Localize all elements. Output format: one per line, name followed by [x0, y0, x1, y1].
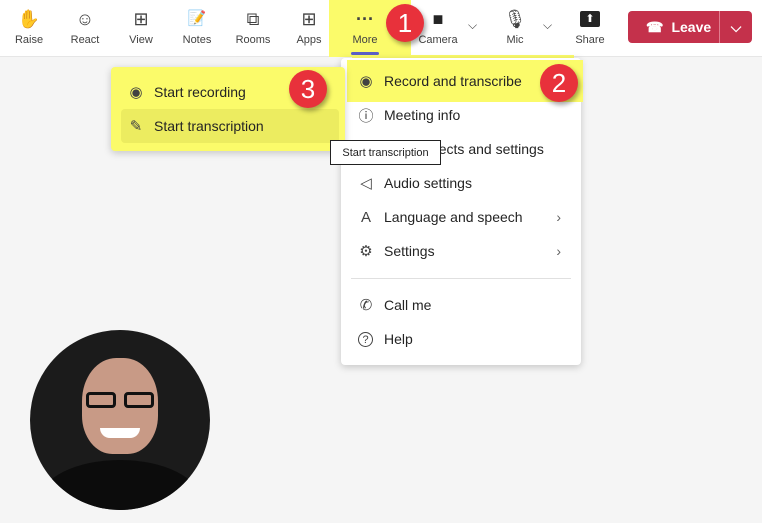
mic-options-chevron-icon[interactable]: ⌵ [543, 18, 552, 33]
step-badge-2: 2 [540, 64, 578, 102]
mic-label: Mic [506, 34, 524, 46]
menu-item-label: Start recording [154, 84, 246, 100]
phone-icon: ✆ [359, 297, 373, 314]
share-icon: ⬆ [580, 11, 600, 27]
grid-icon: ⊞ [133, 9, 149, 29]
menu-divider [351, 278, 571, 279]
menu-item-help[interactable]: ? Help [341, 322, 581, 356]
camera-options-chevron-icon[interactable]: ⌵ [468, 18, 477, 33]
help-icon: ? [358, 331, 373, 347]
menu-item-label: Meeting info [384, 107, 461, 123]
gear-icon: ⚙ [359, 243, 373, 260]
chevron-right-icon: › [556, 243, 561, 259]
menu-item-label: Language and speech [384, 209, 523, 225]
more-menu: ◉Record and transcribe ⓘMeeting info ▭Vi… [341, 58, 583, 365]
more-button[interactable]: ··· More [345, 0, 385, 56]
menu-item-label: Audio settings [384, 175, 472, 191]
view-button[interactable]: ⊞ View [122, 0, 160, 56]
hand-icon: ✋ [17, 9, 41, 29]
apps-button[interactable]: ⊞ Apps [291, 0, 327, 56]
menu-item-language-and-speech[interactable]: A Language and speech › [341, 200, 581, 234]
more-label: More [352, 34, 378, 46]
chevron-right-icon: › [556, 209, 561, 225]
camera-off-icon: ■ [432, 9, 444, 29]
notes-icon: 📝 [187, 10, 207, 27]
menu-item-meeting-info[interactable]: ⓘ Meeting info [341, 98, 581, 132]
menu-item-label: Record and transcribe [384, 73, 522, 89]
leave-label: Leave [671, 19, 712, 35]
menu-item-call-me[interactable]: ✆ Call me [341, 288, 581, 322]
speaker-settings-icon: ◁ [360, 175, 372, 192]
share-button[interactable]: ⬆ Share [573, 0, 607, 56]
plus-box-icon: ⊞ [301, 9, 317, 29]
hang-up-icon: ☎ [646, 18, 664, 35]
menu-item-label: Start transcription [154, 118, 264, 134]
leave-options-chevron-icon[interactable]: ⌵ [720, 19, 752, 36]
react-button[interactable]: ☺ React [65, 0, 105, 56]
rooms-button[interactable]: ⧉ Rooms [232, 0, 274, 56]
rooms-icon: ⧉ [246, 9, 260, 29]
menu-item-settings[interactable]: ⚙ Settings › [341, 234, 581, 268]
step-badge-1: 1 [386, 4, 424, 42]
record-icon: ◉ [129, 84, 143, 101]
react-label: React [70, 34, 100, 46]
mic-button[interactable]: 🎙 Mic [500, 0, 530, 56]
share-label: Share [575, 34, 605, 46]
mic-icon: 🎙 [503, 9, 527, 29]
rooms-label: Rooms [235, 34, 271, 46]
raise-label: Raise [14, 34, 44, 46]
camera-label: Camera [418, 34, 458, 46]
record-icon: ◉ [359, 73, 373, 90]
info-icon: ⓘ [358, 107, 374, 125]
menu-item-label: Call me [384, 297, 432, 313]
menu-item-label: Settings [384, 243, 435, 259]
more-icon: ··· [356, 9, 374, 29]
menu-item-audio-settings[interactable]: ◁ Audio settings [341, 166, 581, 200]
meeting-toolbar: ✋ Raise ☺ React ⊞ View 📝 Notes ⧉ Rooms ⊞ Apps … [0, 0, 762, 59]
tooltip: Start transcription [330, 140, 441, 165]
smiley-icon: ☺ [75, 9, 95, 29]
raise-button[interactable]: ✋ Raise [10, 0, 48, 56]
more-active-indicator [351, 52, 379, 55]
leave-button[interactable]: ☎ Leave ⌵ [628, 11, 752, 43]
menu-item-start-transcription[interactable]: ✎ Start transcription [121, 109, 339, 143]
participant-avatar [30, 330, 210, 510]
menu-item-label: Help [384, 331, 413, 347]
notes-label: Notes [182, 34, 212, 46]
apps-label: Apps [296, 34, 322, 46]
notes-button[interactable]: 📝 Notes [177, 0, 217, 56]
view-label: View [129, 34, 153, 46]
language-icon: A [360, 208, 371, 226]
transcription-icon: ✎ [129, 118, 143, 135]
step-badge-3: 3 [289, 70, 327, 108]
